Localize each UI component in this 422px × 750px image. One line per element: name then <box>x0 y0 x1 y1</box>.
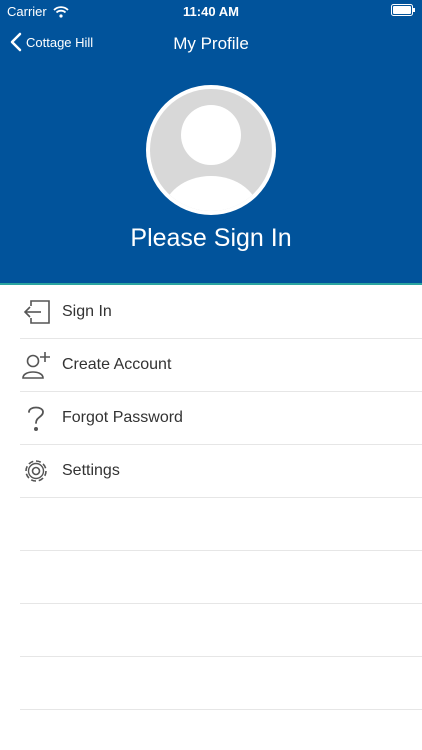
add-user-icon <box>20 349 52 381</box>
avatar <box>146 85 276 215</box>
forgot-password-item[interactable]: Forgot Password <box>20 392 422 445</box>
page-title: My Profile <box>173 34 249 53</box>
gear-icon <box>20 455 52 487</box>
question-icon <box>20 402 52 434</box>
create-account-label: Create Account <box>62 356 172 373</box>
status-bar: Carrier 11:40 AM <box>0 0 422 22</box>
create-account-item[interactable]: Create Account <box>20 339 422 392</box>
clock: 11:40 AM <box>183 4 239 19</box>
navigation-bar: Cottage Hill My Profile <box>0 24 422 64</box>
sign-in-prompt: Please Sign In <box>130 224 292 252</box>
empty-row <box>20 657 422 710</box>
profile-header: Carrier 11:40 AM Cottage Hill My Profile <box>0 0 422 284</box>
empty-row <box>20 498 422 551</box>
empty-row <box>20 604 422 657</box>
settings-item[interactable]: Settings <box>20 445 422 498</box>
forgot-password-label: Forgot Password <box>62 409 183 426</box>
profile-menu: Sign In Create Account Forgot Password S… <box>0 286 422 710</box>
settings-label: Settings <box>62 462 120 479</box>
accent-divider <box>0 283 422 285</box>
battery-icon <box>391 4 415 16</box>
sign-in-label: Sign In <box>62 303 112 320</box>
sign-in-icon <box>20 296 52 328</box>
avatar-placeholder-icon <box>150 89 272 211</box>
empty-row <box>20 551 422 604</box>
sign-in-item[interactable]: Sign In <box>20 286 422 339</box>
